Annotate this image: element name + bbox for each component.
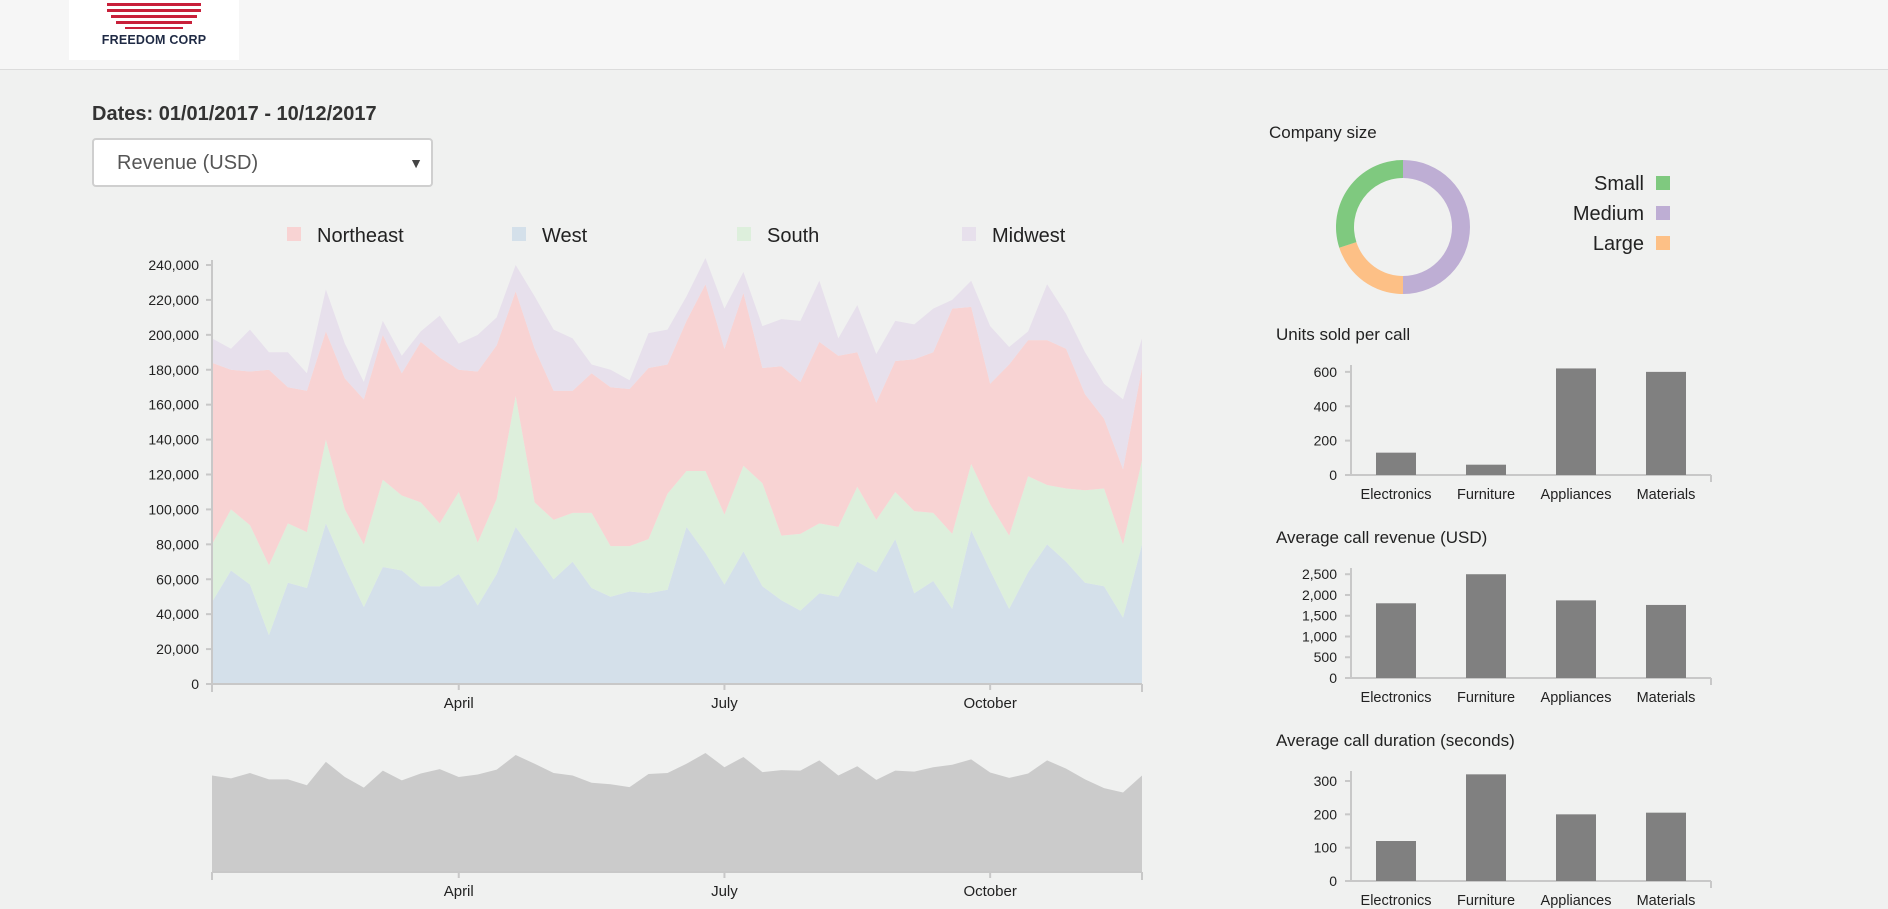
y-tick-label: 80,000 [156,536,199,552]
overview-x-tick-label: October [963,883,1016,900]
y-tick-label: 20,000 [156,641,199,657]
donut-legend-small: Small [1594,173,1670,195]
bar-y-tick-label: 2,000 [1302,587,1337,603]
bar-electronics [1376,452,1416,475]
bar-y-tick-label: 0 [1329,873,1337,889]
bar-x-tick-label: Appliances [1541,893,1612,909]
legend-item-midwest: Midwest [962,225,1066,247]
bar-chart-title: Average call duration (seconds) [1276,731,1515,750]
bar-x-tick-label: Materials [1637,487,1696,503]
legend-item-northeast: Northeast [287,225,404,247]
bar-y-tick-label: 1,500 [1302,608,1337,624]
revenue-stacked-area-chart[interactable]: Northeast West South Midwest 0 20,000 40,000 60… [0,0,1150,909]
bar-furniture [1466,774,1506,881]
overview-x-tick-label: April [444,883,474,900]
donut-legend-swatch [1656,236,1670,250]
bar-y-tick-label: 0 [1329,467,1337,483]
donut-slice-small [1336,160,1403,248]
y-tick-label: 220,000 [148,292,199,308]
y-tick-label: 180,000 [148,362,199,378]
bar-y-tick-label: 300 [1314,773,1338,789]
donut-legend-label: Small [1594,173,1644,195]
side-charts: Company size Small Medium Large Units sold p… [1269,123,1712,909]
y-tick-label: 120,000 [148,467,199,483]
donut-slice-large [1339,242,1403,294]
bar-materials [1646,371,1686,475]
x-tick-label: October [963,695,1016,712]
legend-swatch [962,227,976,241]
bar-y-tick-label: 200 [1314,806,1338,822]
bar-y-tick-label: 2,500 [1302,566,1337,582]
legend-item-west: West [512,225,588,247]
bar-x-tick-label: Materials [1637,690,1696,706]
bar-appliances [1556,600,1596,678]
bar-electronics [1376,841,1416,881]
bar-y-tick-label: 400 [1314,398,1338,414]
bar-x-tick-label: Furniture [1457,893,1515,909]
overview-brush-area [212,753,1142,872]
y-tick-label: 140,000 [148,432,199,448]
bar-y-tick-label: 500 [1314,649,1338,665]
bar-chart-title: Units sold per call [1276,325,1410,344]
bar-x-tick-label: Electronics [1361,690,1432,706]
y-tick-label: 240,000 [148,257,199,273]
overview-x-tick-label: July [711,883,738,900]
bar-materials [1646,812,1686,881]
x-tick-label: April [444,695,474,712]
donut-legend-large: Large [1593,233,1670,255]
bar-x-tick-label: Materials [1637,893,1696,909]
bar-furniture [1466,574,1506,678]
legend-label: Midwest [992,225,1066,247]
y-tick-label: 200,000 [148,327,199,343]
bar-x-tick-label: Electronics [1361,487,1432,503]
legend-swatch [287,227,301,241]
bar-furniture [1466,464,1506,475]
legend-item-south: South [737,225,819,247]
y-tick-label: 60,000 [156,571,199,587]
bar-x-tick-label: Furniture [1457,690,1515,706]
bar-appliances [1556,814,1596,881]
donut-legend-swatch [1656,176,1670,190]
donut-legend-swatch [1656,206,1670,220]
bar-materials [1646,604,1686,678]
y-tick-label: 160,000 [148,397,199,413]
bar-x-tick-label: Furniture [1457,487,1515,503]
bar-y-tick-label: 1,000 [1302,628,1337,644]
donut-legend-label: Large [1593,233,1644,255]
bar-x-tick-label: Appliances [1541,487,1612,503]
bar-y-tick-label: 100 [1314,840,1338,856]
legend-label: Northeast [317,225,404,247]
company-size-title: Company size [1269,123,1377,142]
donut-legend-label: Medium [1573,203,1644,225]
y-tick-label: 0 [191,676,199,692]
legend-swatch [737,227,751,241]
bar-y-tick-label: 0 [1329,670,1337,686]
y-tick-label: 100,000 [148,501,199,517]
legend-label: South [767,225,819,247]
y-tick-label: 40,000 [156,606,199,622]
bar-x-tick-label: Electronics [1361,893,1432,909]
legend-swatch [512,227,526,241]
bar-electronics [1376,603,1416,678]
bar-appliances [1556,368,1596,475]
donut-slice-medium [1403,160,1470,294]
legend-label: West [542,225,588,247]
bar-x-tick-label: Appliances [1541,690,1612,706]
bar-y-tick-label: 600 [1314,364,1338,380]
bar-chart-title: Average call revenue (USD) [1276,528,1487,547]
bar-y-tick-label: 200 [1314,433,1338,449]
donut-legend-medium: Medium [1573,203,1670,225]
x-tick-label: July [711,695,738,712]
